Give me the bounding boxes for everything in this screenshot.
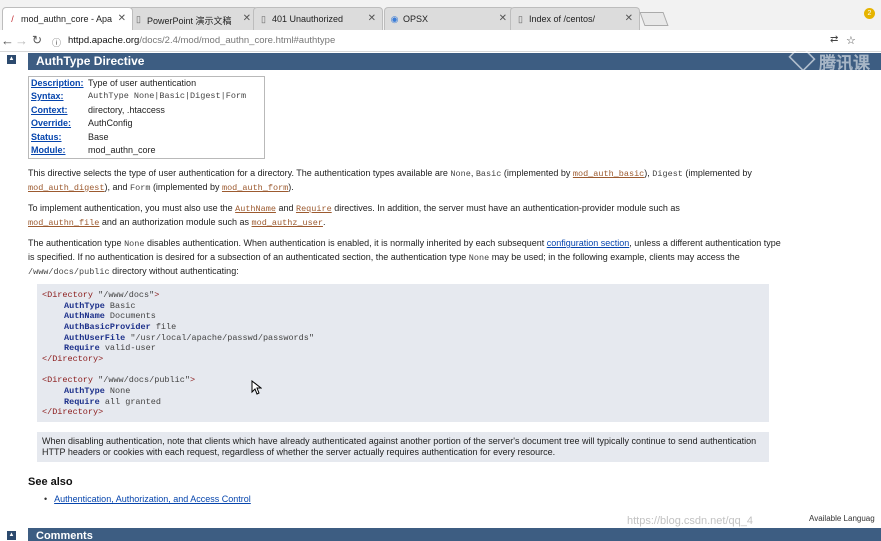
- browser-tab-strip: / mod_authn_core - Apa ✕ ▯ PowerPoint 演示…: [0, 0, 881, 30]
- directive-info-table: Description: Type of user authentication…: [28, 76, 265, 159]
- link-mod-auth-form[interactable]: mod_auth_form: [222, 183, 288, 193]
- tab-label: 401 Unauthorized: [272, 14, 344, 24]
- tab-index-centos[interactable]: ▯ Index of /centos/ ✕: [510, 7, 640, 30]
- tab-powerpoint[interactable]: ▯ PowerPoint 演示文稿 ✕: [128, 7, 258, 30]
- status-value: Base: [88, 132, 109, 142]
- link-mod-authn-file[interactable]: mod_authn_file: [28, 218, 99, 228]
- code-line: Require valid-user: [64, 343, 156, 353]
- globe-icon: ◉: [390, 14, 399, 24]
- forward-arrow-icon[interactable]: →: [15, 33, 28, 48]
- close-tab-icon[interactable]: ✕: [243, 13, 251, 24]
- link-mod-authz-user[interactable]: mod_authz_user: [252, 218, 323, 228]
- tab-label: OPSX: [403, 14, 429, 24]
- context-link[interactable]: Context:: [31, 105, 68, 115]
- code-line: AuthUserFile "/usr/local/apache/passwd/p…: [64, 333, 314, 343]
- module-link[interactable]: Module:: [31, 145, 66, 155]
- close-tab-icon[interactable]: ✕: [368, 13, 376, 24]
- module-value: mod_authn_core: [88, 145, 156, 155]
- new-tab-button[interactable]: [639, 12, 669, 26]
- close-tab-icon[interactable]: ✕: [118, 13, 126, 24]
- page-icon: ▯: [518, 14, 523, 24]
- available-languages-link[interactable]: Available Languag: [809, 514, 875, 523]
- close-tab-icon[interactable]: ✕: [499, 13, 507, 24]
- description-value: Type of user authentication: [88, 78, 197, 88]
- code-none: None: [468, 253, 490, 263]
- tencent-classroom-logo: 腾讯课: [781, 41, 881, 75]
- tab-opsx[interactable]: ◉ OPSX ✕: [384, 7, 514, 30]
- link-auth-access-control[interactable]: Authentication, Authorization, and Acces…: [54, 494, 251, 504]
- paragraph-authtype-intro: This directive selects the type of user …: [28, 168, 752, 193]
- config-example-code-block: <Directory "/www/docs"> AuthType Basic A…: [37, 284, 769, 422]
- extension-icon[interactable]: 2: [864, 8, 875, 19]
- note-box: When disabling authentication, note that…: [37, 432, 769, 462]
- code-none: None: [124, 239, 145, 249]
- code-line: AuthName Documents: [64, 311, 156, 321]
- section-title: AuthType Directive: [36, 54, 145, 68]
- code-line: </Directory>: [42, 407, 104, 417]
- tab-401-unauthorized[interactable]: ▯ 401 Unauthorized ✕: [253, 7, 383, 30]
- tab-label: mod_authn_core - Apa: [21, 14, 113, 24]
- status-link[interactable]: Status:: [31, 132, 62, 142]
- paragraph-authtype-none: The authentication type None disables au…: [28, 238, 781, 277]
- link-require[interactable]: Require: [296, 204, 332, 214]
- link-configuration-section[interactable]: configuration section: [547, 238, 630, 248]
- section-title-bar: AuthType Directive: [28, 53, 881, 70]
- override-link[interactable]: Override:: [31, 118, 71, 128]
- code-line: </Directory>: [42, 354, 104, 364]
- code-digest: Digest: [652, 169, 683, 179]
- note-text: When disabling authentication, note that…: [42, 436, 757, 457]
- reload-icon[interactable]: ↻: [32, 33, 42, 47]
- logo-watermark-text: 腾讯课: [819, 54, 870, 73]
- code-line: AuthType Basic: [64, 301, 136, 311]
- code-none: None: [450, 169, 471, 179]
- csdn-watermark: https://blog.csdn.net/qq_4: [627, 515, 753, 527]
- apache-feather-icon: /: [11, 14, 14, 24]
- code-line: AuthType None: [64, 386, 131, 396]
- tab-label: PowerPoint 演示文稿: [147, 16, 232, 26]
- syntax-value: AuthType None|Basic|Digest|Form: [88, 91, 247, 101]
- bullet: •: [44, 494, 48, 504]
- paragraph-implement-auth: To implement authentication, you must al…: [28, 203, 680, 228]
- code-basic: Basic: [475, 169, 502, 179]
- comments-section-bar: Comments: [28, 528, 881, 541]
- page-icon: ▯: [136, 14, 141, 24]
- code-form: Form: [130, 183, 151, 193]
- context-value: directory, .htaccess: [88, 105, 165, 115]
- tab-label: Index of /centos/: [529, 14, 596, 24]
- link-mod-auth-digest[interactable]: mod_auth_digest: [28, 183, 105, 193]
- code-line: Require all granted: [64, 397, 161, 407]
- close-tab-icon[interactable]: ✕: [625, 13, 633, 24]
- code-line: <Directory "/www/docs/public">: [42, 375, 196, 385]
- back-to-top-icon[interactable]: ▲: [7, 531, 16, 540]
- syntax-link[interactable]: Syntax:: [31, 91, 64, 101]
- address-bar[interactable]: ⓘ httpd.apache.org/docs/2.4/mod/mod_auth…: [48, 33, 838, 49]
- navigation-bar: ← → ↻ ⓘ httpd.apache.org/docs/2.4/mod/mo…: [0, 30, 881, 52]
- back-arrow-icon[interactable]: ←: [1, 33, 14, 48]
- link-authname[interactable]: AuthName: [235, 204, 276, 214]
- page-icon: ▯: [261, 14, 266, 24]
- url-path: /docs/2.4/mod/mod_authn_core.html#authty…: [139, 35, 336, 46]
- link-mod-auth-basic[interactable]: mod_auth_basic: [573, 169, 644, 179]
- tab-mod-authn-core[interactable]: / mod_authn_core - Apa ✕: [2, 7, 133, 30]
- see-also-heading: See also: [28, 476, 73, 488]
- code-line: <Directory "/www/docs">: [42, 290, 160, 300]
- code-line: AuthBasicProvider file: [64, 322, 177, 332]
- override-value: AuthConfig: [88, 118, 133, 128]
- back-to-top-icon[interactable]: ▲: [7, 55, 16, 64]
- page-info-icon[interactable]: ⓘ: [52, 36, 61, 49]
- description-link[interactable]: Description:: [31, 78, 84, 88]
- see-also-item: • Authentication, Authorization, and Acce…: [44, 494, 251, 504]
- comments-title: Comments: [36, 530, 93, 541]
- code-public-path: /www/docs/public: [28, 267, 110, 277]
- url-host: httpd.apache.org: [68, 35, 140, 46]
